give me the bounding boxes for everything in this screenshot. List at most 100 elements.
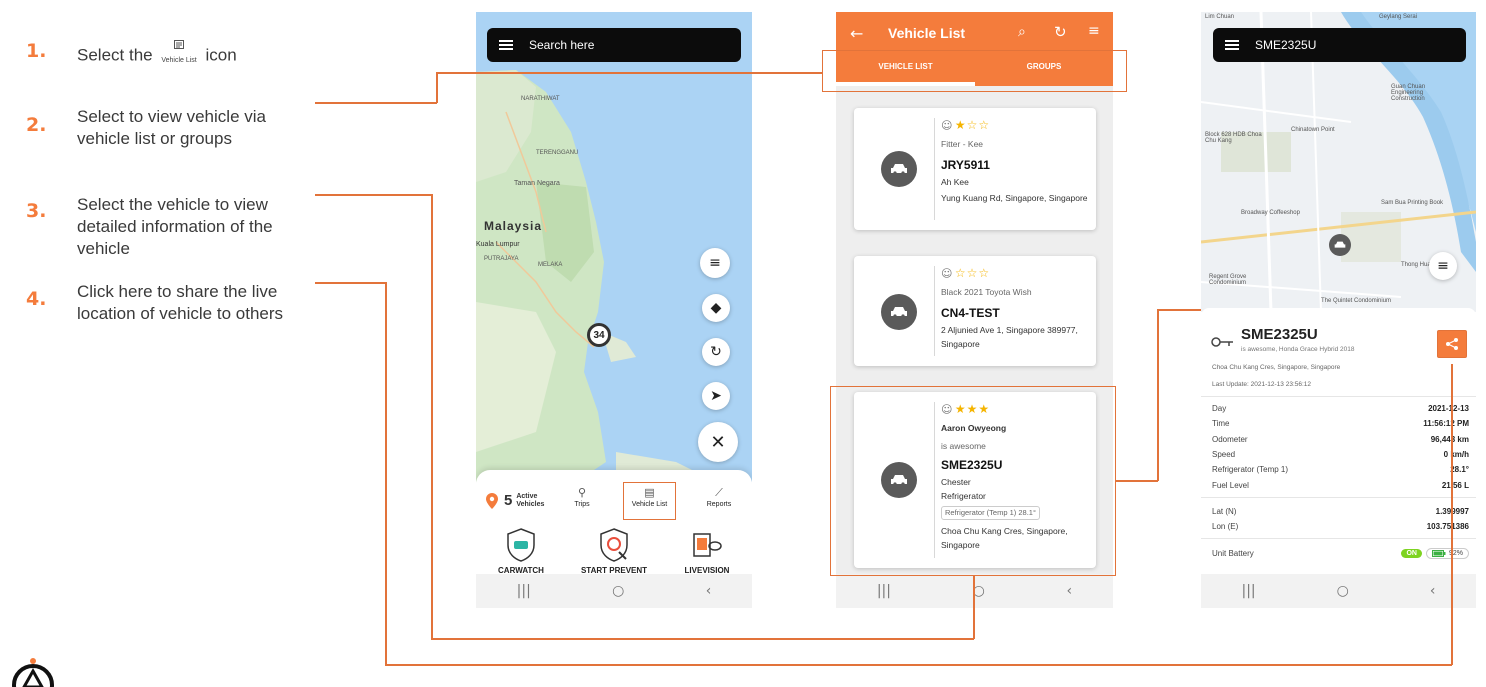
back-icon[interactable]: ‹ <box>1430 583 1436 599</box>
search-bar[interactable]: Search here <box>487 28 741 62</box>
connector-detail <box>1157 309 1201 311</box>
detail-label: Odometer <box>1212 435 1248 444</box>
map3-label: Block 628 HDB Choa Chu Kang <box>1205 132 1262 144</box>
vehicle-subtitle: Fitter - Kee <box>941 139 984 149</box>
detail-label: Day <box>1212 404 1227 413</box>
vehicle-info: ☺ ★☆☆ Fitter - Kee JRY5911 Ah Kee Yung K… <box>941 118 1088 205</box>
vehicle-plate: JRY5911 <box>941 158 990 172</box>
active-label: Active Vehicles <box>516 492 545 508</box>
map3-label: Thong Hua <box>1401 262 1431 268</box>
selected-vehicle-highlight-frame <box>830 386 1116 576</box>
car-icon <box>881 151 917 187</box>
back-icon[interactable]: ‹ <box>1067 583 1073 599</box>
livevision-camera-icon <box>693 533 722 557</box>
vehicle-list-icon: ▤ <box>644 486 655 499</box>
driver-avatar-icon: ☺ <box>941 119 953 132</box>
detail-label: Lon (E) <box>1212 522 1239 531</box>
connector-step3 <box>315 194 432 196</box>
connector-detail <box>1116 480 1158 482</box>
detail-row-odometer: Odometer 96,443 km <box>1212 435 1469 444</box>
active-vehicles-summary: 5 Active Vehicles <box>486 492 552 509</box>
connector-detail <box>1157 309 1159 481</box>
location-pin-icon <box>486 492 498 509</box>
tab-trips[interactable]: ⚲ Trips <box>555 486 609 508</box>
driver-avatar-icon: ☺ <box>941 267 953 280</box>
step-1-number: 1. <box>26 40 47 62</box>
map-view[interactable]: NARATHIWAT TERENGGANU Taman Negara Malay… <box>476 12 752 482</box>
android-nav-bar: ||| ○ ‹ <box>836 574 1113 608</box>
vehicle-info: ☺ ☆☆☆ Black 2021 Toyota Wish CN4-TEST 2 … <box>941 266 1088 351</box>
vehicle-card[interactable]: ☺ ☆☆☆ Black 2021 Toyota Wish CN4-TEST 2 … <box>854 256 1096 366</box>
detail-row-temperature: Refrigerator (Temp 1) 28.1° <box>1212 465 1469 474</box>
step-4-text: Click here to share the live location of… <box>77 282 284 323</box>
refresh-button[interactable]: ↻ <box>702 338 730 366</box>
search-icon[interactable]: ⌕ <box>1018 24 1026 40</box>
detail-value: 21.56 L <box>1441 481 1469 490</box>
tab-reports[interactable]: ⟋ Reports <box>692 486 746 508</box>
navigation-arrow-icon: ➤ <box>710 388 722 404</box>
menu-icon[interactable] <box>499 40 513 50</box>
detail-label: Lat (N) <box>1212 507 1237 516</box>
detail-row-lon: Lon (E) 103.751386 <box>1212 522 1469 531</box>
connector-step4 <box>315 282 386 284</box>
tab-trips-label: Trips <box>574 501 590 508</box>
locate-button[interactable]: ➤ <box>702 382 730 410</box>
map-label-perlis: TERENGGANU <box>536 150 579 156</box>
detail-value: 11:56:12 PM <box>1423 419 1469 428</box>
rating-stars: ★☆☆ <box>954 118 991 132</box>
battery-status: ON 92% <box>1401 548 1469 559</box>
recents-icon[interactable]: ||| <box>1242 583 1256 599</box>
map3-label: Broadway Coffeeshop <box>1241 210 1300 216</box>
page-title: Vehicle List <box>888 25 966 41</box>
detail-row-lat: Lat (N)1.399997 <box>1212 507 1469 516</box>
share-icon <box>1446 338 1458 350</box>
share-location-button[interactable] <box>1437 330 1467 358</box>
tabs-highlight-frame <box>822 50 1127 92</box>
last-update: Last Update: 2021-12-13 23:56:12 <box>1212 381 1312 388</box>
detail-value: 28.1° <box>1450 465 1469 474</box>
connector-step3 <box>973 576 975 639</box>
detail-value: 103.751386 <box>1426 522 1469 531</box>
home-icon[interactable]: ○ <box>612 583 624 599</box>
step-1-text-before: Select the <box>77 45 153 65</box>
tab-vehicle-list-label: Vehicle List <box>631 501 668 508</box>
home-icon[interactable]: ○ <box>1337 583 1349 599</box>
vehicle-address: Choa Chu Kang Cres, Singapore, Singapore <box>1212 364 1341 371</box>
sort-icon[interactable]: ≡ <box>1088 23 1100 39</box>
filter-button[interactable]: ≡ <box>1429 252 1457 280</box>
layers-button[interactable]: ◆ <box>702 294 730 322</box>
map-label-country: Malaysia <box>484 219 543 233</box>
refresh-icon[interactable]: ↻ <box>1054 23 1067 41</box>
refresh-icon: ↻ <box>710 344 722 360</box>
android-nav-bar: ||| ○ ‹ <box>476 574 752 608</box>
cluster-count: 34 <box>593 329 605 341</box>
connector-step2 <box>315 102 437 104</box>
close-fab-button[interactable]: ✕ <box>698 422 738 462</box>
vehicle-plate: CN4-TEST <box>941 306 1000 320</box>
card-divider <box>934 266 935 356</box>
menu-icon[interactable] <box>1225 40 1239 50</box>
bottom-sheet: 5 Active Vehicles ⚲ Trips ▤ Vehicle List… <box>476 470 752 575</box>
vehicle-card[interactable]: ☺ ★☆☆ Fitter - Kee JRY5911 Ah Kee Yung K… <box>854 108 1096 230</box>
map3-label: Geylang Serai <box>1379 14 1418 20</box>
filter-button[interactable]: ≡ <box>700 248 730 278</box>
detail-map-view[interactable]: Lim Chuan Geylang Serai Guan Chuan Engin… <box>1201 12 1476 312</box>
tab-vehicle-list[interactable]: ▤ Vehicle List <box>623 482 676 520</box>
recents-icon[interactable]: ||| <box>877 583 891 599</box>
divider <box>1201 538 1476 539</box>
step-3-text: Select the vehicle to view detailed info… <box>77 195 273 258</box>
battery-label: Unit Battery <box>1212 549 1254 558</box>
back-icon[interactable]: ‹ <box>706 583 712 599</box>
recents-icon[interactable]: ||| <box>517 583 531 599</box>
vehicle-subtitle: Black 2021 Toyota Wish <box>941 287 1032 297</box>
vehicle-cluster-marker[interactable]: 34 <box>587 323 611 347</box>
back-arrow-icon[interactable]: ← <box>850 24 863 43</box>
feature-livevision[interactable]: LIVEVISION <box>662 528 752 575</box>
feature-start-prevent[interactable]: START PREVENT <box>569 528 659 575</box>
vehicle-driver: Ah Kee <box>941 177 969 187</box>
phone-map-screen: NARATHIWAT TERENGGANU Taman Negara Malay… <box>476 12 752 608</box>
map-label-pahang: MELAKA <box>538 262 563 268</box>
vehicle-map-marker[interactable] <box>1329 234 1351 256</box>
detail-row-fuel: Fuel Level 21.56 L <box>1212 481 1469 490</box>
feature-carwatch[interactable]: CARWATCH <box>476 528 566 575</box>
